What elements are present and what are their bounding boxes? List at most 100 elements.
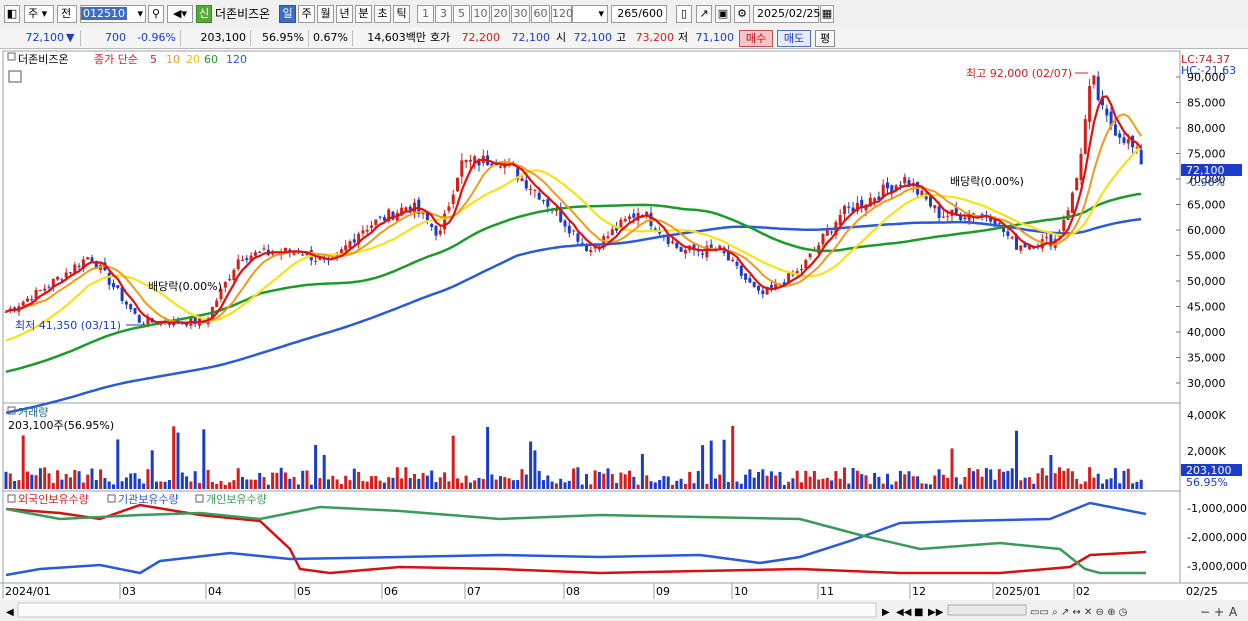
- stop-icon[interactable]: ■: [914, 607, 923, 618]
- volume-bar: [417, 478, 421, 489]
- grid-toggle-icon[interactable]: [8, 70, 22, 83]
- volume-bar: [206, 469, 210, 489]
- period-tab-6[interactable]: 틱: [393, 5, 410, 23]
- candle-body: [671, 241, 674, 243]
- volume-bar: [47, 473, 51, 489]
- candle-body: [456, 177, 459, 192]
- font-size-icon[interactable]: A: [1229, 605, 1238, 619]
- volume-bar: [335, 479, 339, 489]
- volume-bar: [696, 471, 700, 489]
- speaker-icon[interactable]: ◀▾: [167, 5, 193, 23]
- volume-bar: [653, 482, 657, 489]
- candle-body: [1045, 237, 1049, 239]
- volume-bar: [709, 440, 713, 489]
- x-axis-label: 10: [734, 585, 748, 598]
- period-tab-1[interactable]: 주: [298, 5, 315, 23]
- chevron-down-icon[interactable]: ▾: [137, 6, 143, 22]
- rewind-icon[interactable]: ◀◀: [896, 607, 912, 618]
- volume-bar: [400, 478, 404, 489]
- date-value: 2025/02/25: [757, 7, 821, 20]
- candle-body: [352, 239, 356, 243]
- holder-tick-1m: -1,000,000: [1187, 502, 1247, 515]
- date-input[interactable]: 2025/02/25: [753, 5, 821, 23]
- candle-type-icon[interactable]: ▯: [676, 5, 692, 23]
- interval-button-3[interactable]: 3: [435, 5, 452, 23]
- candle-body: [752, 282, 756, 287]
- candle-body: [542, 200, 545, 202]
- x-axis-label: 06: [384, 585, 398, 598]
- candle-body: [567, 225, 571, 234]
- candle-body: [38, 290, 42, 292]
- period-tab-2[interactable]: 월: [317, 5, 334, 23]
- window-menu-icon[interactable]: ◧: [4, 5, 20, 23]
- scroll-track[interactable]: [17, 602, 877, 618]
- interval-button-5[interactable]: 5: [453, 5, 470, 23]
- candle-body: [361, 230, 365, 234]
- chart-tools-icons[interactable]: ▭▭ ⌕ ↗ ↔ ✕ ⊖ ⊕ ◷: [1030, 607, 1128, 618]
- price-tick-label: 60,000: [1187, 224, 1226, 237]
- period-tab-4[interactable]: 분: [355, 5, 372, 23]
- interval-button-10[interactable]: 10: [471, 5, 490, 23]
- interval-button-30[interactable]: 30: [511, 5, 530, 23]
- market-select[interactable]: 주 ▾: [24, 5, 54, 23]
- interval-button-60[interactable]: 60: [531, 5, 550, 23]
- candle-body: [524, 180, 528, 189]
- period-tab-3[interactable]: 년: [336, 5, 353, 23]
- interval-button-120[interactable]: 120: [551, 5, 573, 23]
- chevron-down-icon[interactable]: ▾: [598, 6, 604, 22]
- forward-icon[interactable]: ▶▶: [928, 607, 944, 618]
- volume-bar: [253, 479, 257, 489]
- scroll-left-icon[interactable]: ◀: [6, 607, 14, 618]
- zoom-out-icon[interactable]: −: [1200, 605, 1210, 619]
- volume-bar: [658, 480, 662, 489]
- period-tab-5[interactable]: 초: [374, 5, 391, 23]
- divider: [80, 30, 81, 46]
- candle-body: [537, 192, 541, 200]
- draw-tool-icon[interactable]: ↗: [696, 5, 712, 23]
- candle-body: [589, 249, 593, 253]
- volume-bar: [761, 469, 765, 489]
- buy-button[interactable]: 매수: [739, 30, 773, 47]
- interval-button-20[interactable]: 20: [491, 5, 510, 23]
- volume-bar: [731, 425, 735, 489]
- volume-bar: [249, 479, 253, 489]
- volume-bar: [327, 479, 330, 489]
- volume-bar: [714, 478, 717, 489]
- volume-bar: [855, 470, 859, 489]
- volume-bar: [632, 476, 636, 489]
- volume-bar: [937, 469, 941, 489]
- candle-body: [129, 304, 133, 310]
- search-icon[interactable]: ⚲: [148, 5, 164, 23]
- custom-interval-select[interactable]: ▾: [572, 5, 608, 23]
- candle-body: [847, 206, 851, 208]
- candle-body: [1079, 153, 1083, 181]
- zoom-in-icon[interactable]: +: [1214, 605, 1224, 619]
- trade-amount: 14,603백만: [367, 31, 426, 44]
- candle-body: [731, 259, 735, 261]
- even-button[interactable]: 평: [815, 30, 835, 47]
- period-tab-0[interactable]: 일: [279, 5, 296, 23]
- scope-select[interactable]: 전: [57, 5, 77, 23]
- volume-bar: [683, 483, 687, 489]
- save-icon[interactable]: ▣: [715, 5, 731, 23]
- scroll-right-icon[interactable]: ▶: [882, 607, 890, 618]
- candle-body: [374, 219, 378, 225]
- sell-button[interactable]: 매도: [777, 30, 811, 47]
- ask-price-1: 72,200: [461, 31, 501, 44]
- stock-code-input[interactable]: 012510 ▾: [80, 5, 146, 23]
- volume-bar: [559, 478, 563, 489]
- count-input[interactable]: 265/600: [611, 5, 667, 23]
- stock-chart[interactable]: 더존비즈온 종가 단순 5 10 20 60 120 LC:74.37 HC:-…: [0, 49, 1248, 621]
- volume-bar: [615, 483, 619, 489]
- candle-body: [314, 260, 318, 262]
- gear-icon[interactable]: ⚙: [734, 5, 750, 23]
- x-axis-right-label: 02/25: [1186, 585, 1218, 598]
- calendar-icon[interactable]: ▦: [820, 5, 834, 23]
- zoom-slider[interactable]: [947, 604, 1027, 616]
- volume-bar: [176, 432, 180, 489]
- candle-body: [365, 229, 369, 232]
- volume-bar: [1118, 483, 1122, 489]
- volume-bar: [348, 480, 352, 489]
- candle-body: [30, 299, 34, 301]
- interval-button-1[interactable]: 1: [417, 5, 434, 23]
